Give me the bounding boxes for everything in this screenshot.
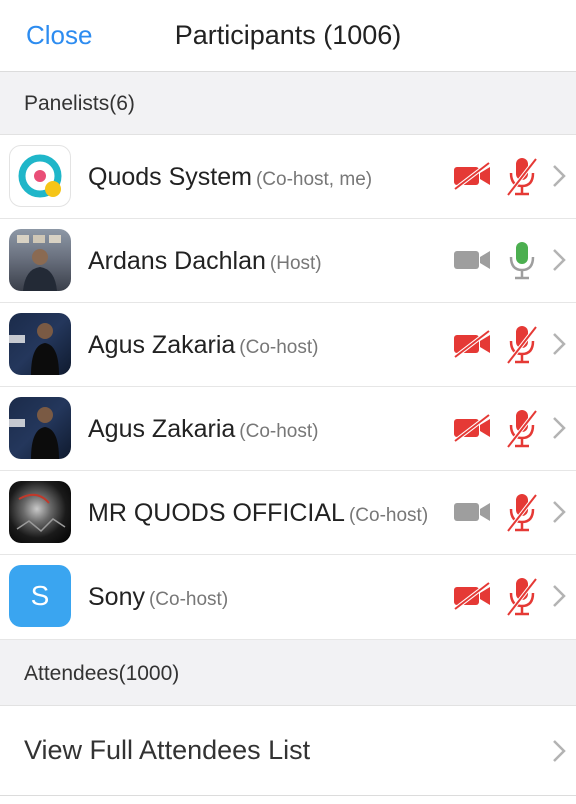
mic-muted-icon[interactable]: [506, 407, 538, 449]
participant-role: (Co-host): [148, 589, 229, 610]
video-on-icon[interactable]: [452, 497, 492, 527]
avatar: [9, 313, 71, 375]
participant-name: Agus Zakaria: [88, 331, 236, 359]
chevron-right-icon: [553, 740, 566, 762]
avatar: S: [9, 565, 71, 627]
panelists-section-header: Panelists(6): [0, 72, 576, 135]
participant-row-ardans-dachlan[interactable]: Ardans Dachlan (Host): [0, 219, 576, 303]
chevron-right-icon: [553, 585, 566, 607]
participant-row-sony[interactable]: S Sony (Co-host): [0, 555, 576, 640]
mic-muted-icon[interactable]: [506, 575, 538, 617]
participant-role: (Co-host): [348, 505, 429, 526]
mic-muted-icon[interactable]: [506, 323, 538, 365]
video-off-icon[interactable]: [452, 161, 492, 191]
participant-name: Quods System: [88, 163, 252, 191]
participant-role: (Co-host): [239, 421, 319, 442]
mic-muted-icon[interactable]: [506, 155, 538, 197]
participant-role: (Host): [269, 253, 322, 274]
page-title: Participants (1006): [174, 20, 402, 50]
participant-role: (Co-host): [239, 337, 319, 358]
video-off-icon[interactable]: [452, 329, 492, 359]
view-full-attendees-label: View Full Attendees List: [24, 735, 311, 765]
person-photo-icon: [16, 493, 66, 533]
participant-name: Agus Zakaria: [88, 415, 236, 443]
mic-muted-icon[interactable]: [506, 491, 538, 533]
participant-name: Ardans Dachlan: [88, 247, 266, 275]
chevron-right-icon: [553, 249, 566, 271]
avatar-letter: S: [30, 580, 50, 611]
chevron-right-icon: [553, 165, 566, 187]
participant-role: (Co-host, me): [255, 169, 373, 190]
video-off-icon[interactable]: [452, 413, 492, 443]
attendees-section-header: Attendees(1000): [0, 640, 576, 706]
person-photo-icon: [9, 407, 59, 459]
mic-active-icon[interactable]: [506, 239, 538, 281]
chevron-right-icon: [553, 501, 566, 523]
avatar: [9, 229, 71, 291]
chevron-right-icon: [553, 333, 566, 355]
view-full-attendees-button[interactable]: View Full Attendees List: [0, 706, 576, 796]
avatar: [9, 145, 71, 207]
participant-row-quods-system[interactable]: Quods System (Co-host, me): [0, 135, 576, 219]
participant-row-agus-zakaria[interactable]: Agus Zakaria (Co-host): [0, 387, 576, 471]
avatar: [9, 481, 71, 543]
panelists-section-label: Panelists(6): [24, 92, 135, 115]
app-logo-icon: [18, 154, 62, 198]
top-bar: Close Participants (1006): [0, 0, 576, 72]
person-photo-icon: [17, 235, 61, 291]
participant-name: MR QUODS OFFICIAL: [88, 499, 345, 527]
avatar: [9, 397, 71, 459]
participant-row-agus-zakaria[interactable]: Agus Zakaria (Co-host): [0, 303, 576, 387]
person-photo-icon: [9, 323, 59, 375]
attendees-section-label: Attendees(1000): [24, 662, 180, 685]
participant-name: Sony: [88, 583, 145, 611]
video-on-icon[interactable]: [452, 245, 492, 275]
chevron-right-icon: [553, 417, 566, 439]
video-off-icon[interactable]: [452, 581, 492, 611]
participant-row-mr-quods-official[interactable]: MR QUODS OFFICIAL (Co-host): [0, 471, 576, 555]
